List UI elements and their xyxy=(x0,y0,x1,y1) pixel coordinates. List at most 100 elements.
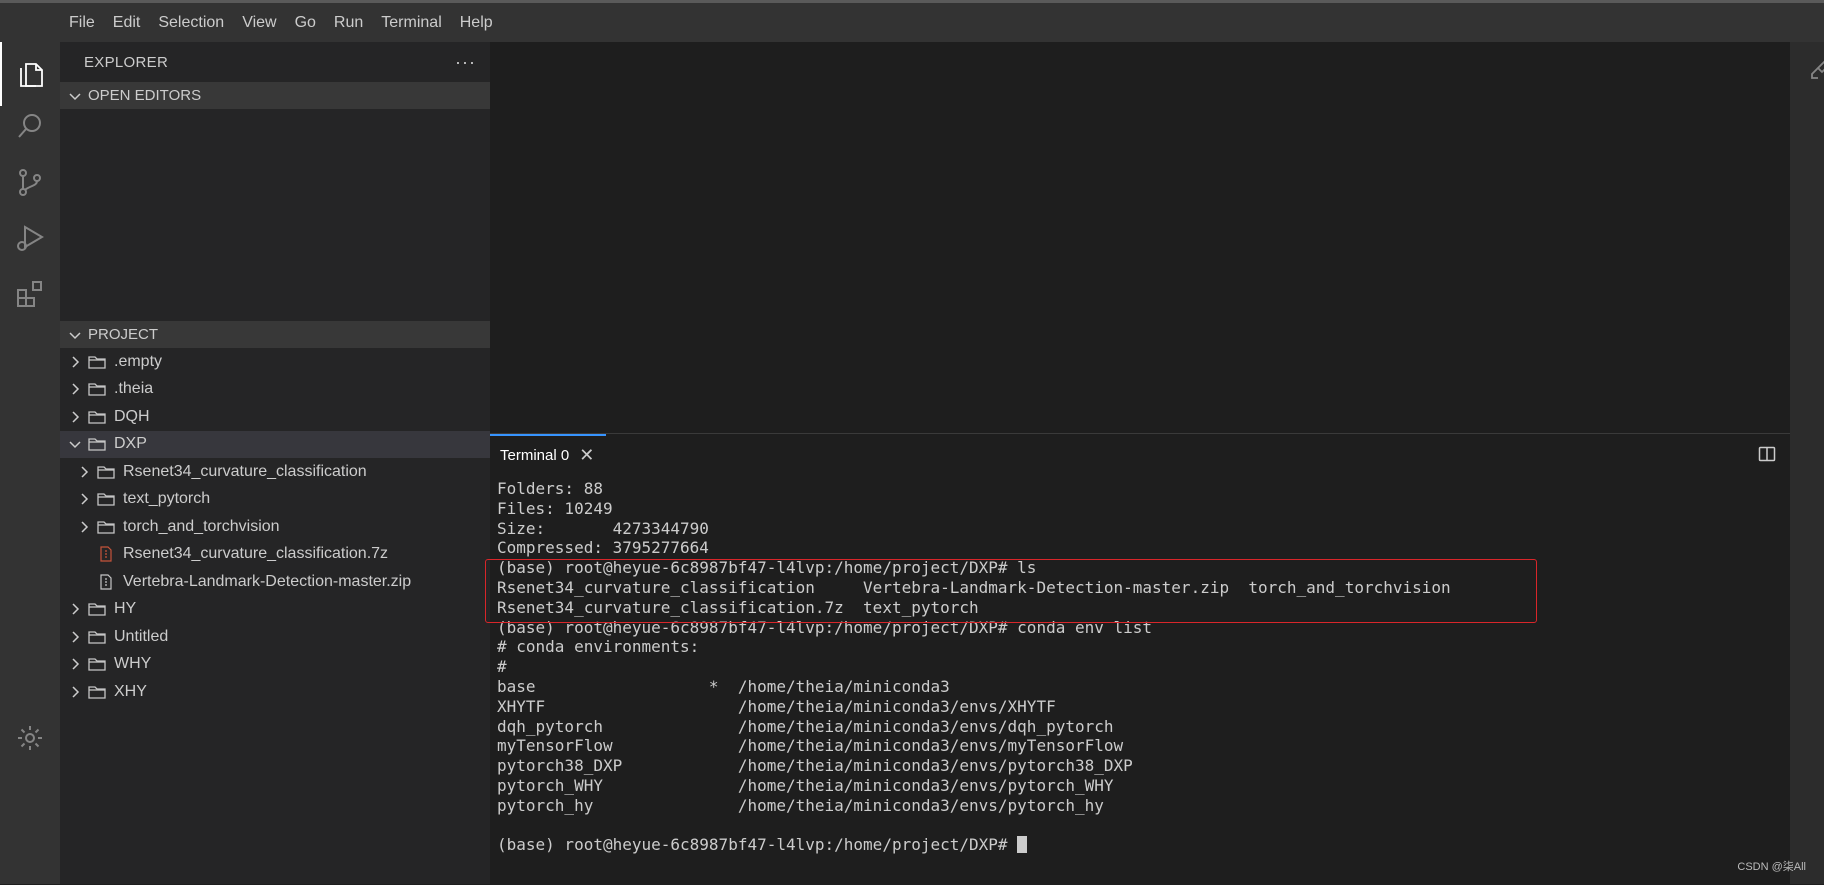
editor-area xyxy=(490,42,1790,433)
tree-item-label: Rsenet34_curvature_classification xyxy=(123,462,367,480)
folder-icon xyxy=(88,629,106,645)
project-label: PROJECT xyxy=(88,326,159,343)
tree-item[interactable]: DQH xyxy=(60,403,490,431)
project-header[interactable]: PROJECT xyxy=(60,321,490,348)
chevron-right-icon xyxy=(68,355,82,369)
menu-selection[interactable]: Selection xyxy=(149,3,233,42)
folder-icon xyxy=(88,684,106,700)
archive-7z-file-icon xyxy=(97,546,115,562)
terminal-line: Rsenet34_curvature_classification.7z tex… xyxy=(497,597,979,617)
terminal-line: pytorch38_DXP /home/theia/miniconda3/env… xyxy=(497,756,1133,776)
tab-terminal-0[interactable]: Terminal 0 ✕ xyxy=(490,434,607,474)
close-icon[interactable]: ✕ xyxy=(579,445,594,466)
terminal-line: (base) root@heyue-6c8987bf47-l4lvp:/home… xyxy=(497,617,1153,637)
folder-icon xyxy=(97,491,115,507)
extensions-icon[interactable] xyxy=(0,262,60,326)
folder-icon xyxy=(88,409,106,425)
outline-icon[interactable] xyxy=(1808,58,1824,84)
explorer-title: EXPLORER xyxy=(84,53,169,71)
terminal-prompt-line[interactable]: (base) root@heyue-6c8987bf47-l4lvp:/home… xyxy=(497,835,1790,855)
chevron-right-icon xyxy=(68,630,82,644)
source-control-icon[interactable] xyxy=(0,150,60,214)
menu-help[interactable]: Help xyxy=(451,3,502,42)
terminal-prompt: (base) root@heyue-6c8987bf47-l4lvp:/home… xyxy=(497,835,1018,855)
split-terminal-icon[interactable] xyxy=(1758,445,1776,463)
chevron-down-icon xyxy=(68,328,82,342)
tree-item[interactable]: XHY xyxy=(60,678,490,706)
tree-item[interactable]: torch_and_torchvision xyxy=(60,513,490,541)
chevron-right-icon xyxy=(68,410,82,424)
chevron-right-icon xyxy=(77,465,91,479)
chevron-right-icon xyxy=(68,685,82,699)
terminal-line: Compressed: 3795277664 xyxy=(497,538,709,558)
tree-item-label: Vertebra-Landmark-Detection-master.zip xyxy=(123,572,412,590)
right-side-bar xyxy=(1790,42,1824,884)
folder-icon xyxy=(88,381,106,397)
menu-go[interactable]: Go xyxy=(286,3,325,42)
settings-gear-icon[interactable] xyxy=(0,706,60,770)
tree-item[interactable]: WHY xyxy=(60,651,490,679)
watermark: CSDN @柒All xyxy=(1737,861,1806,873)
explorer-sidebar: EXPLORER ··· OPEN EDITORS PROJECT .empty… xyxy=(60,42,490,884)
menu-view[interactable]: View xyxy=(233,3,285,42)
zip-file-icon xyxy=(97,574,115,590)
more-actions-icon[interactable]: ··· xyxy=(455,52,476,73)
terminal-line: pytorch_WHY /home/theia/miniconda3/envs/… xyxy=(497,775,1114,795)
folder-icon xyxy=(97,464,115,480)
tree-item-label: DXP xyxy=(114,435,147,453)
terminal-line: XHYTF /home/theia/miniconda3/envs/XHYTF xyxy=(497,696,1056,716)
tree-item-label: WHY xyxy=(114,655,152,673)
tree-item[interactable]: Untitled xyxy=(60,623,490,651)
tree-item-label: Untitled xyxy=(114,627,169,645)
tree-item[interactable]: text_pytorch xyxy=(60,486,490,514)
chevron-right-icon xyxy=(77,520,91,534)
run-debug-icon[interactable] xyxy=(0,206,60,270)
tree-item[interactable]: HY xyxy=(60,596,490,624)
menu-file[interactable]: File xyxy=(60,3,104,42)
panel-tabs: Terminal 0 ✕ xyxy=(490,434,1790,474)
tree-item-label: XHY xyxy=(114,682,147,700)
explorer-header: EXPLORER ··· xyxy=(60,42,490,82)
tree-item-label: .theia xyxy=(114,380,154,398)
folder-icon xyxy=(88,354,106,370)
folder-icon xyxy=(88,436,106,452)
menu-bar-spacer xyxy=(0,3,60,42)
chevron-right-icon xyxy=(68,657,82,671)
terminal-line: myTensorFlow /home/theia/miniconda3/envs… xyxy=(497,736,1124,756)
terminal-line: # conda environments: xyxy=(497,637,700,657)
terminal-line: # xyxy=(497,657,507,677)
tree-item-label: .empty xyxy=(114,352,163,370)
terminal-line: (base) root@heyue-6c8987bf47-l4lvp:/home… xyxy=(497,558,1037,578)
chevron-down-icon xyxy=(68,437,82,451)
open-editors-header[interactable]: OPEN EDITORS xyxy=(60,82,490,109)
terminal-line: Rsenet34_curvature_classification Verteb… xyxy=(497,577,1451,597)
open-editors-label: OPEN EDITORS xyxy=(88,87,202,104)
tree-item[interactable]: DXP xyxy=(60,430,490,458)
tree-item[interactable]: .theia xyxy=(60,376,490,404)
file-tree: .empty .theia DQH DXP Rsenet34_curvature_cla… xyxy=(60,348,490,706)
folder-icon xyxy=(88,601,106,617)
terminal-line: Folders: 88 xyxy=(497,479,603,498)
terminal-line: Files: 10249 xyxy=(497,498,613,518)
chevron-right-icon xyxy=(68,382,82,396)
tree-item[interactable]: .empty xyxy=(60,348,490,376)
menu-edit[interactable]: Edit xyxy=(104,3,150,42)
terminal-output[interactable]: Folders: 88 Files: 10249 Size: 4273344790 C… xyxy=(497,479,1790,885)
tree-item-label: DQH xyxy=(114,407,150,425)
chevron-down-icon xyxy=(68,89,82,103)
terminal-panel: Terminal 0 ✕ Folders: 88 Files: 10249 Size… xyxy=(490,433,1790,885)
tree-item-label: HY xyxy=(114,600,137,618)
tree-item[interactable]: Vertebra-Landmark-Detection-master.zip xyxy=(60,568,490,596)
menu-terminal[interactable]: Terminal xyxy=(372,3,450,42)
tree-item[interactable]: Rsenet34_curvature_classification xyxy=(60,458,490,486)
terminal-line: dqh_pytorch /home/theia/miniconda3/envs/… xyxy=(497,716,1114,736)
open-editors-list xyxy=(60,109,490,321)
terminal-cursor xyxy=(1017,836,1028,854)
folder-icon xyxy=(97,519,115,535)
chevron-right-icon xyxy=(77,492,91,506)
terminal-line: pytorch_hy /home/theia/miniconda3/envs/p… xyxy=(497,795,1104,815)
search-icon[interactable] xyxy=(0,94,60,158)
tree-item[interactable]: Rsenet34_curvature_classification.7z xyxy=(60,541,490,569)
menu-run[interactable]: Run xyxy=(325,3,372,42)
